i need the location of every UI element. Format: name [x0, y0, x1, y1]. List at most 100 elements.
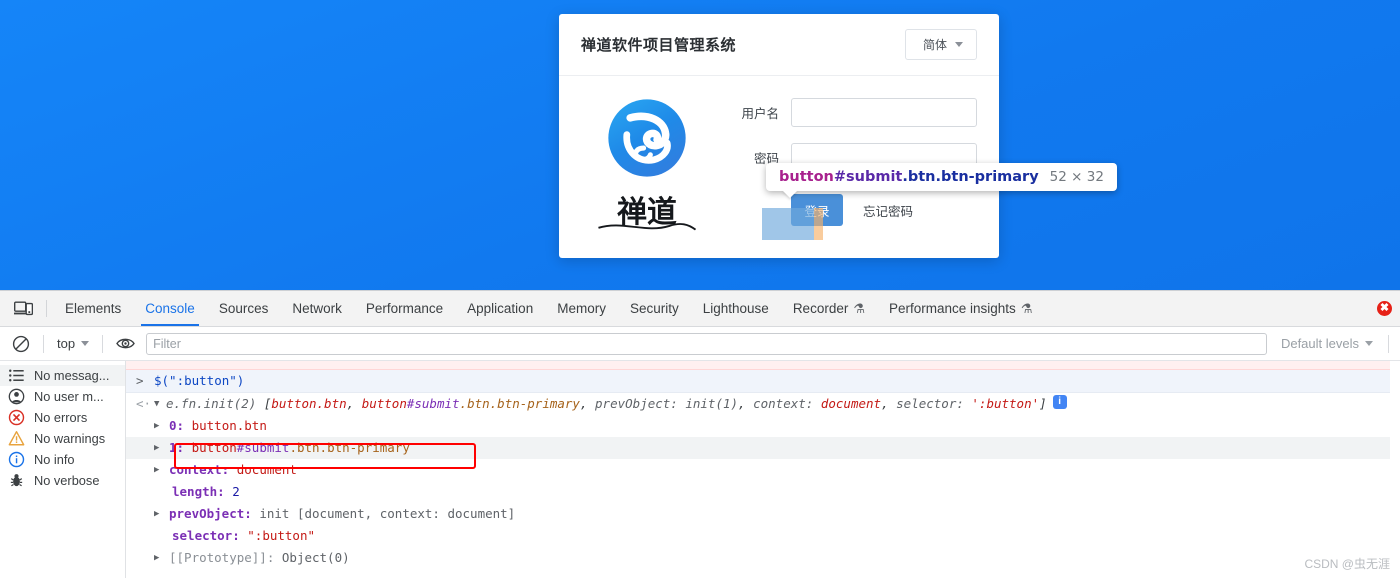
live-expression-button[interactable]: [110, 331, 140, 357]
tab-security[interactable]: Security: [618, 291, 691, 326]
tree-space: [229, 462, 237, 477]
tree-row-content: selector: ":button": [172, 527, 315, 545]
brand-block: 禅道: [581, 90, 713, 234]
tab-sources[interactable]: Sources: [207, 291, 281, 326]
eye-icon: [115, 338, 135, 349]
tab-performance-insights[interactable]: Performance insights ⚗: [877, 291, 1044, 326]
clear-console-icon: [12, 335, 30, 352]
device-toolbar-icon: [13, 301, 33, 316]
clear-console-button[interactable]: [6, 331, 36, 357]
tree-key-selector: selector:: [172, 528, 240, 543]
expand-toggle-icon[interactable]: ▶: [154, 417, 166, 435]
console-output[interactable]: > $(":button") <· ▼ e.fn.init(2) [button…: [126, 361, 1400, 578]
sidebar-item-warnings-label: No warnings: [34, 431, 106, 446]
tab-application-label: Application: [467, 301, 534, 316]
expand-toggle-icon[interactable]: ▶: [154, 461, 166, 479]
tree-value-context: document: [236, 462, 297, 477]
tree-value-1-tag: button: [191, 440, 237, 455]
browser-viewport: 禅道软件项目管理系统 简体 禅道 用户名 密码 登录 忘记密码 button#s…: [0, 0, 1400, 290]
tree-row-prevobject[interactable]: ▶ prevObject: init [document, context: d…: [126, 503, 1400, 525]
tabbar-divider: [46, 300, 47, 317]
tree-key-length: length:: [172, 484, 225, 499]
username-input[interactable]: [791, 98, 977, 127]
console-filter-bar: top Default levels: [0, 327, 1400, 361]
login-submit-button[interactable]: 登录: [791, 194, 843, 226]
tree-value-1-classes: .btn.btn-primary: [289, 440, 410, 455]
tree-row-context[interactable]: ▶ context: document: [126, 459, 1400, 481]
tree-row-content: 1: button#submit.btn.btn-primary: [169, 439, 410, 457]
console-filter-input[interactable]: [146, 332, 1267, 355]
tab-elements[interactable]: Elements: [53, 291, 133, 326]
result-sep-4: ,: [881, 396, 897, 411]
sidebar-item-user-messages-label: No user m...: [34, 389, 104, 404]
expand-toggle-icon[interactable]: ▼: [154, 395, 166, 413]
expand-toggle-icon[interactable]: ▶: [154, 505, 166, 523]
language-select[interactable]: 简体: [905, 29, 977, 60]
sidebar-item-info[interactable]: No info: [0, 449, 125, 470]
tree-space: [184, 418, 192, 433]
experiment-flask-icon: ⚗: [1020, 300, 1033, 316]
tab-performance[interactable]: Performance: [354, 291, 455, 326]
sidebar-item-errors[interactable]: No errors: [0, 407, 125, 428]
expand-toggle-icon[interactable]: ▶: [154, 439, 166, 457]
result-prevobject-key: prevObject:: [595, 396, 678, 411]
tree-row-length: length: 2: [126, 481, 1400, 503]
console-scrollbar[interactable]: [1390, 361, 1400, 578]
tab-console[interactable]: Console: [133, 291, 207, 326]
filterbar-divider: [102, 334, 104, 353]
login-card: 禅道软件项目管理系统 简体 禅道 用户名 密码 登录 忘记密码: [559, 14, 999, 258]
info-badge-icon[interactable]: i: [1052, 395, 1067, 409]
watermark: CSDN @虫无涯: [1304, 557, 1390, 571]
tab-memory[interactable]: Memory: [545, 291, 618, 326]
svg-text:禅道: 禅道: [617, 195, 677, 230]
execution-context-select[interactable]: top: [51, 336, 95, 351]
tree-value-1-id: #submit: [236, 440, 290, 455]
console-sidebar: No messag... No user m... No errors No w…: [0, 361, 126, 578]
tree-row-content: length: 2: [172, 483, 240, 501]
tab-recorder[interactable]: Recorder ⚗: [781, 291, 877, 326]
sidebar-item-messages-label: No messag...: [34, 368, 110, 383]
tree-row-prototype[interactable]: ▶ [[Prototype]]: Object(0): [126, 547, 1400, 569]
tree-row-selector: selector: ":button": [126, 525, 1400, 547]
result-item-1-tag: button: [361, 396, 407, 411]
sidebar-item-messages[interactable]: No messag...: [0, 365, 125, 386]
chevron-down-icon: [1365, 341, 1373, 346]
tab-lighthouse[interactable]: Lighthouse: [691, 291, 781, 326]
tab-network[interactable]: Network: [280, 291, 354, 326]
log-levels-label: Default levels: [1280, 336, 1359, 351]
tab-lighthouse-label: Lighthouse: [702, 301, 769, 316]
tree-value-0: button.btn: [191, 418, 267, 433]
console-input-row[interactable]: > $(":button"): [126, 370, 1400, 393]
expand-toggle-icon[interactable]: ▶: [154, 549, 166, 567]
tab-performance-label: Performance: [365, 301, 444, 316]
tree-row-1[interactable]: ▶ 1: button#submit.btn.btn-primary: [126, 437, 1400, 459]
sidebar-item-user-messages[interactable]: No user m...: [0, 386, 125, 407]
sidebar-item-verbose[interactable]: No verbose: [0, 470, 125, 491]
error-count-badge[interactable]: ✖: [1377, 291, 1400, 326]
log-levels-select[interactable]: Default levels: [1273, 336, 1381, 351]
tree-row-content: [[Prototype]]: Object(0): [169, 549, 350, 567]
clipped-error-text: [166, 361, 174, 368]
tooltip-arrow-icon: [782, 190, 798, 198]
chevron-down-icon: [81, 341, 90, 346]
console-main: No messag... No user m... No errors No w…: [0, 361, 1400, 578]
devtools-panel: Elements Console Sources Network Perform…: [0, 290, 1400, 578]
result-space: [256, 396, 264, 411]
sidebar-item-warnings[interactable]: No warnings: [0, 428, 125, 449]
error-icon: ✖: [1377, 301, 1392, 316]
tooltip-tag-name: button: [779, 169, 834, 185]
devtools-tabbar: Elements Console Sources Network Perform…: [0, 291, 1400, 327]
forgot-password-link[interactable]: 忘记密码: [863, 201, 913, 220]
result-prevobject-value: init(1): [685, 396, 739, 411]
console-input-expression: $(":button"): [154, 373, 245, 388]
result-sep-2: ,: [579, 396, 596, 411]
toggle-device-toolbar-button[interactable]: [6, 291, 40, 326]
tab-application[interactable]: Application: [455, 291, 545, 326]
username-label: 用户名: [741, 107, 779, 121]
result-constructor: e.fn.init(2): [166, 396, 257, 411]
chevron-down-icon: [955, 42, 963, 47]
tree-row-content: context: document: [169, 461, 297, 479]
tree-row-0[interactable]: ▶ 0: button.btn: [126, 415, 1400, 437]
result-sep-3: ,: [738, 396, 754, 411]
tree-value-prevobject: init [document, context: document]: [259, 506, 516, 521]
